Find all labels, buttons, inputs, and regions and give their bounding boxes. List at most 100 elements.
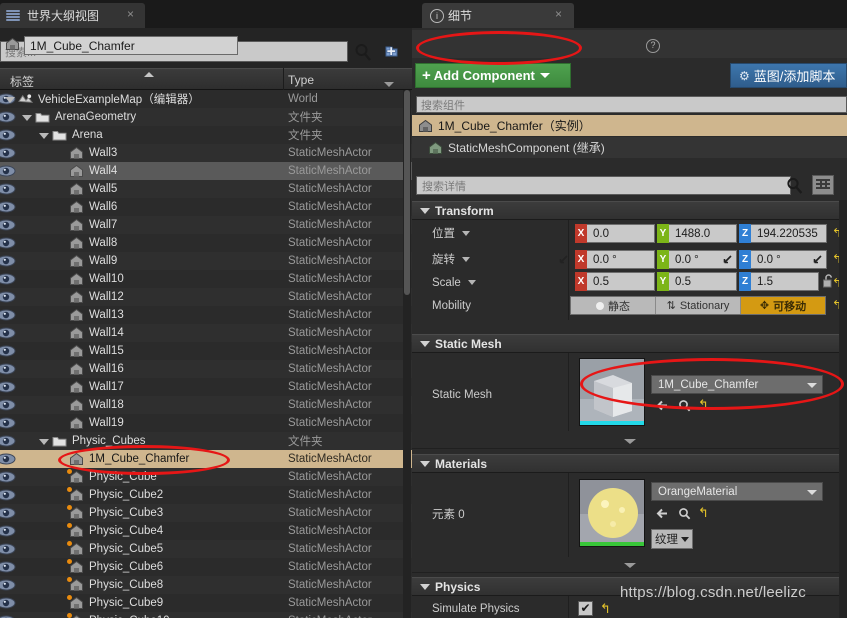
outliner-row[interactable]: Wall10 StaticMeshActor (0, 270, 412, 288)
scale-y-field[interactable]: Y 0.5 (657, 272, 737, 291)
visibility-eye-icon[interactable] (0, 183, 16, 195)
location-x-field[interactable]: X 0.0 (575, 224, 655, 243)
add-component-button[interactable]: + Add Component (415, 63, 571, 88)
visibility-eye-icon[interactable] (0, 111, 16, 123)
outliner-row[interactable]: Wall7 StaticMeshActor (0, 216, 412, 234)
outliner-row[interactable]: Physic_Cube10StaticMeshActor (0, 612, 412, 618)
search-icon[interactable] (354, 43, 372, 61)
actor-name-input[interactable]: 1M_Cube_Chamfer (24, 36, 238, 55)
outliner-row[interactable]: Wall13 StaticMeshActor (0, 306, 412, 324)
outliner-row[interactable]: Physic_Cube3 StaticMeshActor (0, 504, 412, 522)
visibility-eye-icon[interactable] (0, 273, 16, 285)
visibility-eye-icon[interactable] (0, 345, 16, 357)
visibility-eye-icon[interactable] (0, 129, 16, 141)
component-search-input[interactable]: 搜索组件 (416, 96, 847, 113)
outliner-row[interactable]: Wall15 StaticMeshActor (0, 342, 412, 360)
visibility-eye-icon[interactable] (0, 147, 16, 159)
rotation-x-field[interactable]: X 0.0 ° (559, 250, 655, 269)
outliner-scrollbar[interactable] (403, 90, 411, 618)
outliner-row[interactable]: Physic_Cube8 StaticMeshActor (0, 576, 412, 594)
outliner-row[interactable]: ArenaGeometry 文件夹 (0, 108, 412, 126)
search-icon[interactable] (786, 177, 803, 194)
reset-simulate-physics-icon[interactable]: ↰ (600, 602, 611, 615)
column-header-label[interactable]: 标签 (10, 73, 34, 90)
visibility-eye-icon[interactable] (0, 363, 16, 375)
column-header-type[interactable]: Type (288, 73, 314, 87)
scale-x-field[interactable]: X 0.5 (575, 272, 655, 291)
visibility-eye-icon[interactable] (0, 525, 16, 537)
visibility-eye-icon[interactable] (0, 453, 16, 465)
component-row-child[interactable]: StaticMeshComponent (继承) (412, 137, 847, 158)
visibility-eye-icon[interactable] (0, 309, 16, 321)
rotation-z-field[interactable]: Z 0.0 ° (739, 250, 827, 269)
visibility-eye-icon[interactable] (0, 579, 16, 591)
outliner-row[interactable]: Physic_Cube5 StaticMeshActor (0, 540, 412, 558)
tab-details[interactable]: i 细节 × (422, 3, 574, 28)
expand-triangle-icon[interactable] (5, 97, 15, 103)
visibility-eye-icon[interactable] (0, 597, 16, 609)
visibility-eye-icon[interactable] (0, 543, 16, 555)
outliner-row[interactable]: VehicleExampleMap（编辑器） World (0, 90, 412, 108)
outliner-row[interactable]: Wall3 StaticMeshActor (0, 144, 412, 162)
blueprint-add-script-button[interactable]: ⚙ 蓝图/添加脚本 (730, 63, 847, 88)
visibility-eye-icon[interactable] (0, 165, 16, 177)
visibility-eye-icon[interactable] (0, 399, 16, 411)
scale-z-field[interactable]: Z 1.5 (739, 272, 819, 291)
section-materials[interactable]: Materials (412, 454, 847, 473)
column-options-icon[interactable] (384, 82, 394, 87)
expand-triangle-icon[interactable] (22, 115, 32, 121)
outliner-row[interactable]: Physic_Cubes 文件夹 (0, 432, 412, 450)
expand-triangle-icon[interactable] (39, 133, 49, 139)
close-icon[interactable]: × (125, 8, 136, 20)
outliner-row[interactable]: Wall5 StaticMeshActor (0, 180, 412, 198)
visibility-eye-icon[interactable] (0, 201, 16, 213)
rotation-dial-icon[interactable] (722, 254, 733, 265)
outliner-row[interactable]: Wall18 StaticMeshActor (0, 396, 412, 414)
expand-triangle-icon[interactable] (39, 439, 49, 445)
outliner-item-list[interactable]: VehicleExampleMap（编辑器） World ArenaGeometry… (0, 90, 412, 618)
outliner-row[interactable]: Wall17 StaticMeshActor (0, 378, 412, 396)
outliner-row[interactable]: Wall14 StaticMeshActor (0, 324, 412, 342)
outliner-row[interactable]: Wall12 StaticMeshActor (0, 288, 412, 306)
mobility-option-movable[interactable]: ✥ 可移动 (741, 297, 825, 314)
visibility-eye-icon[interactable] (0, 561, 16, 573)
visibility-eye-icon[interactable] (0, 381, 16, 393)
chevron-down-icon[interactable] (462, 231, 471, 237)
mobility-option-static[interactable]: 静态 (571, 297, 656, 314)
mobility-option-stationary[interactable]: ⇅ Stationary (656, 297, 741, 314)
chevron-down-icon[interactable] (462, 257, 471, 263)
view-options-icon[interactable] (812, 175, 834, 195)
mobility-toggle-group[interactable]: 静态 ⇅ Stationary ✥ 可移动 (570, 296, 826, 315)
visibility-eye-icon[interactable] (0, 471, 16, 483)
use-selected-asset-icon[interactable] (656, 507, 669, 520)
outliner-row[interactable]: Physic_Cube2 StaticMeshActor (0, 486, 412, 504)
material-combo[interactable]: OrangeMaterial (651, 482, 823, 501)
visibility-eye-icon[interactable] (0, 237, 16, 249)
outliner-row[interactable]: Wall19 StaticMeshActor (0, 414, 412, 432)
location-z-field[interactable]: Z 194.220535 (739, 224, 827, 243)
location-y-field[interactable]: Y 1488.0 (657, 224, 737, 243)
help-icon[interactable]: ? (646, 39, 660, 53)
outliner-row[interactable]: Arena 文件夹 (0, 126, 412, 144)
material-thumbnail[interactable] (579, 479, 645, 547)
visibility-eye-icon[interactable] (0, 507, 16, 519)
visibility-eye-icon[interactable] (0, 255, 16, 267)
visibility-eye-icon[interactable] (0, 435, 16, 447)
outliner-row[interactable]: Physic_Cube9 StaticMeshActor (0, 594, 412, 612)
section-transform[interactable]: Transform (412, 201, 847, 220)
simulate-physics-checkbox[interactable]: ✔ (578, 601, 593, 616)
texture-dropdown-button[interactable]: 纹理 (651, 529, 693, 549)
outliner-row[interactable]: Wall9 StaticMeshActor (0, 252, 412, 270)
rotation-dial-icon[interactable] (812, 254, 823, 265)
visibility-eye-icon[interactable] (0, 489, 16, 501)
chevron-down-icon[interactable] (467, 280, 476, 286)
outliner-row[interactable]: Physic_Cube4 StaticMeshActor (0, 522, 412, 540)
section-static-mesh[interactable]: Static Mesh (412, 334, 847, 353)
close-icon[interactable]: × (553, 8, 564, 20)
outliner-row[interactable]: Physic_Cube6 StaticMeshActor (0, 558, 412, 576)
add-folder-icon[interactable] (382, 44, 399, 59)
rotation-dial-icon[interactable] (558, 254, 569, 265)
reset-material-icon[interactable]: ↰ (698, 506, 709, 519)
static-mesh-expander[interactable] (412, 434, 847, 449)
details-scrollbar[interactable] (839, 200, 847, 618)
